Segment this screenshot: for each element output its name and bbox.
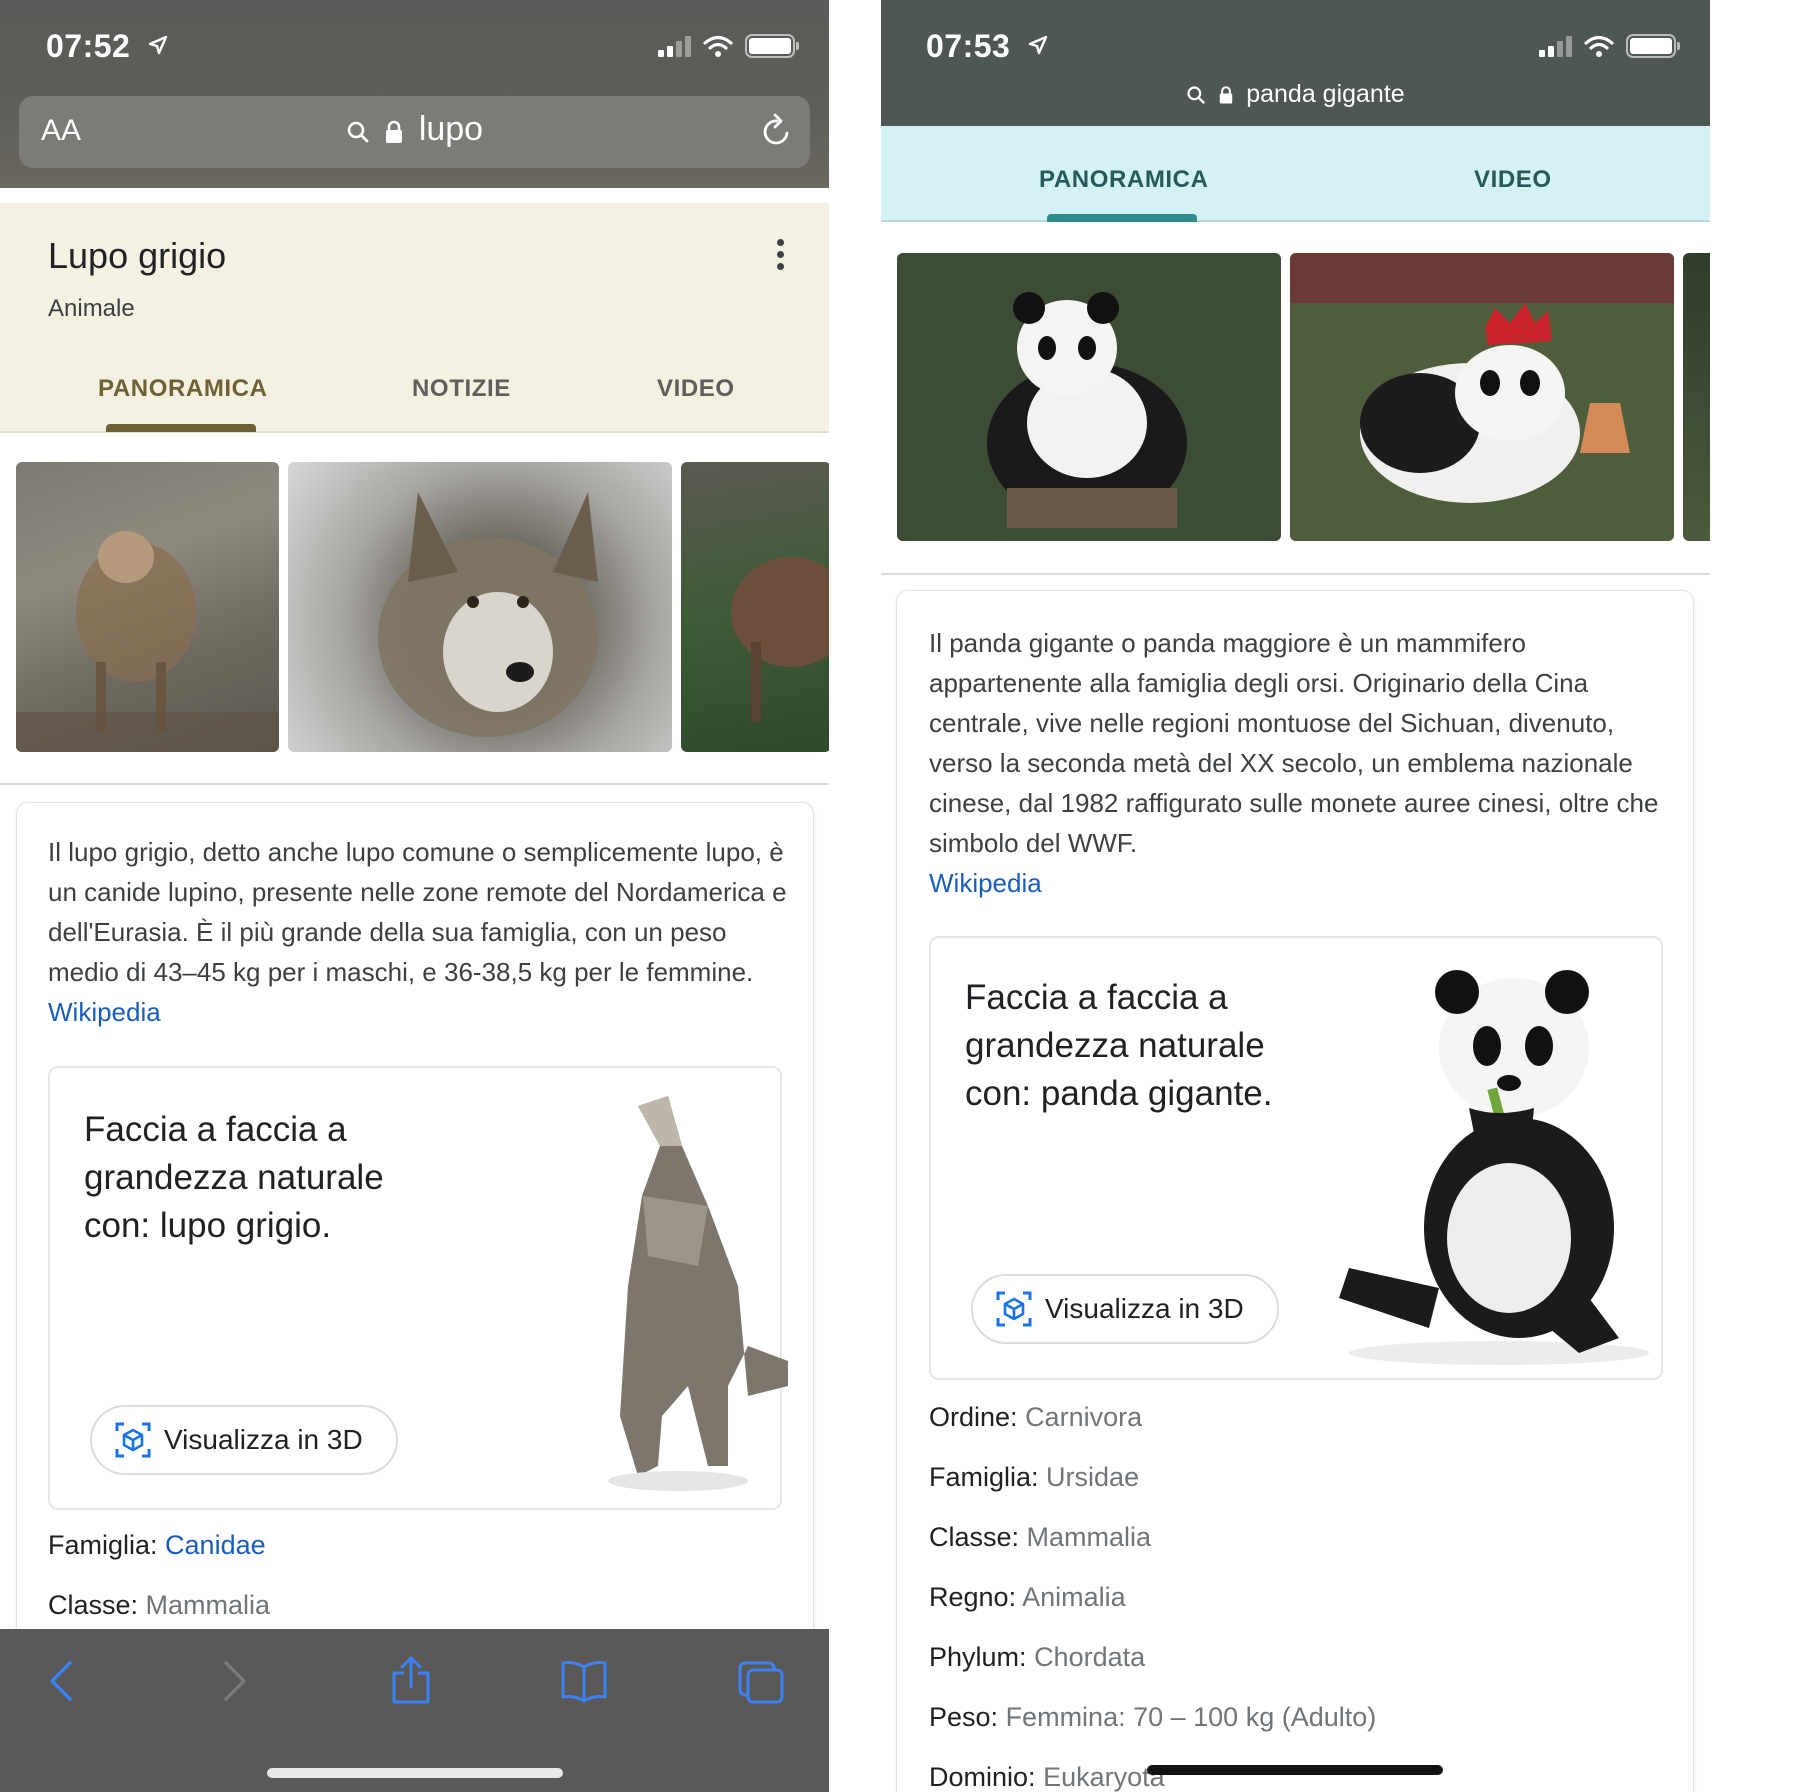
active-tab-indicator	[1047, 214, 1197, 222]
active-tab-indicator	[106, 424, 256, 432]
reload-icon[interactable]	[758, 112, 794, 150]
fact-peso: Peso: Femmina: 70 – 100 kg (Adulto)	[929, 1702, 1377, 1732]
kebab-menu-icon[interactable]	[777, 239, 787, 275]
battery-icon	[745, 34, 799, 58]
forward-icon[interactable]	[220, 1659, 250, 1703]
entity-title: Lupo grigio	[48, 235, 227, 276]
home-indicator[interactable]	[267, 1768, 563, 1778]
lock-icon	[1220, 86, 1233, 104]
address-bar-compact[interactable]: panda gigante	[881, 80, 1710, 109]
url-query: panda gigante	[1246, 80, 1405, 108]
panda-photo-3[interactable]	[1683, 253, 1710, 541]
view-in-3d-label: Visualizza in 3D	[1045, 1293, 1244, 1324]
divider	[881, 573, 1710, 575]
view-in-3d-button[interactable]: Visualizza in 3D	[971, 1274, 1279, 1344]
fact-famiglia: Famiglia: Ursidae	[929, 1462, 1140, 1492]
wolf-photo-1[interactable]	[16, 462, 279, 752]
fact-famiglia-link[interactable]: Canidae	[165, 1530, 266, 1560]
entity-description: Il panda gigante o panda maggiore è un m…	[929, 628, 1659, 858]
fact-regno: Regno: Animalia	[929, 1582, 1126, 1612]
search-icon	[1187, 86, 1205, 104]
bookmarks-icon[interactable]	[560, 1659, 608, 1703]
tab-panoramica[interactable]: PANORAMICA	[1039, 166, 1209, 194]
result-tabs: PANORAMICA VIDEO	[881, 126, 1710, 222]
wikipedia-link[interactable]: Wikipedia	[929, 863, 1042, 903]
fact-famiglia: Famiglia: Canidae	[48, 1530, 266, 1560]
ar-cube-icon	[115, 1422, 151, 1458]
wolf-photo-2[interactable]	[288, 462, 672, 752]
ar-card-title: Faccia a faccia a grandezza naturale con…	[84, 1110, 384, 1245]
view-in-3d-button[interactable]: Visualizza in 3D	[90, 1405, 398, 1475]
tab-video[interactable]: VIDEO	[657, 375, 735, 403]
battery-icon	[1626, 34, 1680, 58]
status-time: 07:52	[46, 28, 131, 64]
right-phone-screen: 07:53 panda gigante PANORAMICA VIDEO Il …	[881, 0, 1710, 1792]
ar-card-title: Faccia a faccia a grandezza naturale con…	[965, 978, 1273, 1113]
wikipedia-link[interactable]: Wikipedia	[48, 997, 161, 1027]
view-in-3d-label: Visualizza in 3D	[164, 1424, 363, 1455]
fact-ordine: Ordine: Carnivora	[929, 1402, 1143, 1432]
wifi-icon	[703, 35, 733, 57]
ar-3d-card[interactable]: Faccia a faccia a grandezza naturale con…	[48, 1066, 788, 1510]
home-indicator[interactable]	[1147, 1765, 1443, 1775]
fact-classe: Classe: Mammalia	[48, 1590, 271, 1620]
entity-description: Il lupo grigio, detto anche lupo comune …	[48, 837, 787, 1027]
wolf-photo-3[interactable]	[681, 462, 829, 752]
tabs-icon[interactable]	[736, 1659, 786, 1705]
tab-notizie[interactable]: NOTIZIE	[412, 375, 511, 403]
address-bar[interactable]: AA lupo	[19, 96, 810, 168]
tab-video[interactable]: VIDEO	[1474, 166, 1552, 194]
wolf-3d-model[interactable]	[598, 1086, 788, 1494]
lock-icon	[386, 120, 403, 143]
panda-3d-model[interactable]	[1319, 968, 1659, 1368]
status-bar: 07:52	[0, 0, 829, 96]
wifi-icon	[1584, 35, 1614, 57]
entity-subtitle: Animale	[48, 295, 135, 322]
left-phone-screen: 07:52 AA lupo Lupo grigio Animale PANORA…	[0, 0, 829, 1792]
signal-icon	[658, 35, 691, 57]
url-query: lupo	[418, 110, 484, 148]
location-arrow-icon	[1028, 35, 1047, 55]
tab-panoramica[interactable]: PANORAMICA	[98, 375, 268, 403]
fact-dominio: Dominio: Eukaryota	[929, 1762, 1165, 1792]
ar-cube-icon	[996, 1291, 1032, 1327]
fact-classe: Classe: Mammalia	[929, 1522, 1152, 1552]
knowledge-panel-header: Lupo grigio Animale PANORAMICA NOTIZIE V…	[0, 203, 829, 433]
divider	[0, 783, 829, 785]
fact-phylum: Phylum: Chordata	[929, 1642, 1146, 1672]
signal-icon	[1539, 35, 1572, 57]
status-time: 07:53	[926, 28, 1011, 64]
search-icon	[347, 121, 369, 143]
panda-photo-1[interactable]	[897, 253, 1281, 541]
location-arrow-icon	[148, 35, 167, 55]
back-icon[interactable]	[46, 1659, 76, 1703]
share-icon[interactable]	[390, 1655, 432, 1705]
panda-photo-2[interactable]	[1290, 253, 1674, 541]
ar-3d-card[interactable]: Faccia a faccia a grandezza naturale con…	[929, 936, 1663, 1380]
